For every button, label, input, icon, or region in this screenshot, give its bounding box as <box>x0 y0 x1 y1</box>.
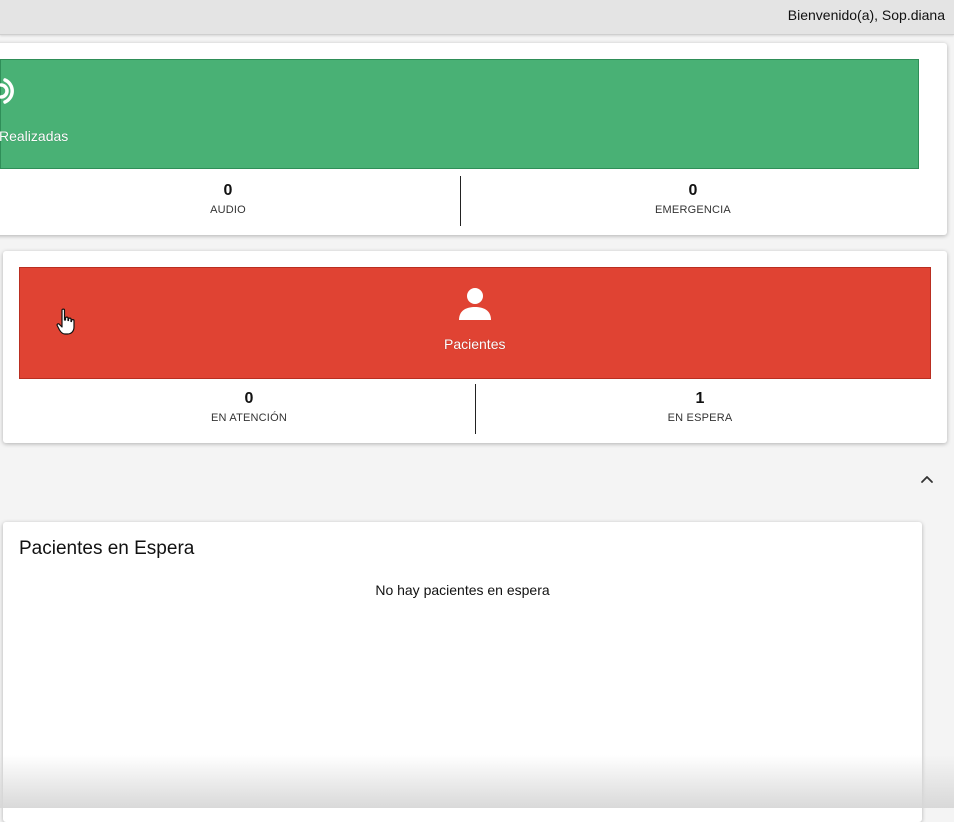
top-bar: Bienvenido(a), Sop.diana <box>0 0 954 35</box>
stat-en-espera-label: EN ESPERA <box>667 412 733 424</box>
stat-emergencia: 0 EMERGENCIA <box>623 181 763 216</box>
stat-emergencia-value: 0 <box>688 182 698 199</box>
stat-en-espera: 1 EN ESPERA <box>640 389 760 424</box>
stat-divider <box>460 176 461 226</box>
stat-en-atencion: 0 EN ATENCIÓN <box>189 389 309 424</box>
stat-en-atencion-value: 0 <box>244 390 254 407</box>
collapse-button[interactable] <box>915 468 939 492</box>
person-icon <box>457 286 493 327</box>
calls-banner-label: Realizadas <box>0 128 69 144</box>
welcome-message: Bienvenido(a), Sop.diana <box>787 7 945 23</box>
stat-emergencia-label: EMERGENCIA <box>655 204 731 216</box>
waiting-patients-title: Pacientes en Espera <box>19 538 195 559</box>
chevron-up-icon <box>920 471 934 489</box>
stat-en-atencion-label: EN ATENCIÓN <box>211 412 287 424</box>
stat-audio-label: AUDIO <box>210 204 246 216</box>
empty-state-message: No hay pacientes en espera <box>375 582 550 598</box>
calls-banner[interactable]: Realizadas <box>0 59 919 169</box>
broadcast-icon <box>0 74 27 115</box>
calls-summary-card: Realizadas 0 AUDIO 0 EMERGENCIA <box>0 43 947 235</box>
stat-audio: 0 AUDIO <box>175 181 281 216</box>
waiting-patients-card: Pacientes en Espera No hay pacientes en … <box>3 522 922 822</box>
patients-banner-label: Pacientes <box>444 336 506 352</box>
patients-banner[interactable]: Pacientes <box>19 267 931 379</box>
hand-cursor-icon <box>56 308 76 341</box>
patients-summary-card: Pacientes 0 EN ATENCIÓN 1 EN ESPERA <box>3 251 947 443</box>
stat-en-espera-value: 1 <box>695 390 705 407</box>
stat-audio-value: 0 <box>223 182 233 199</box>
stat-divider <box>475 384 476 434</box>
